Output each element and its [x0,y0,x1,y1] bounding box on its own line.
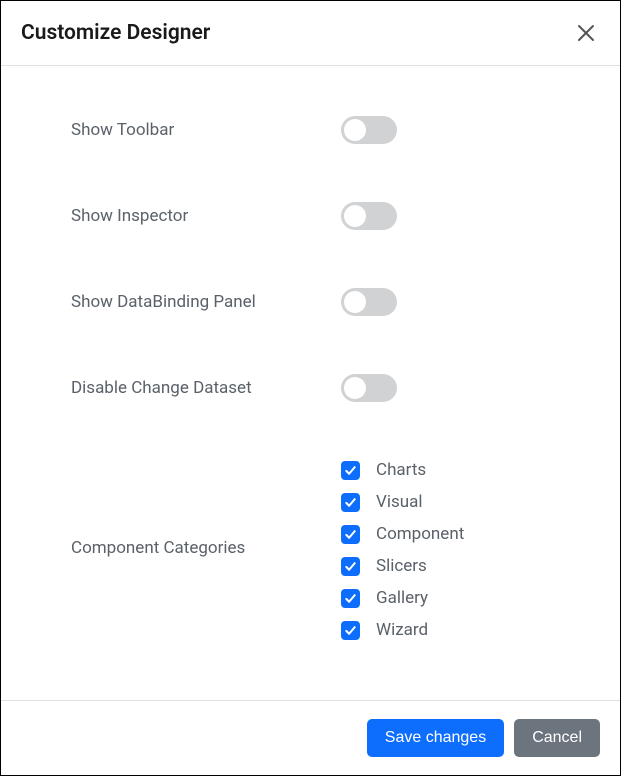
check-icon [344,592,357,605]
checkbox-wizard[interactable] [341,621,360,640]
label-show-toolbar: Show Toolbar [71,120,341,140]
row-show-inspector: Show Inspector [71,202,560,230]
check-item-slicers: Slicers [341,556,560,576]
checkbox-component[interactable] [341,525,360,544]
checkbox-label-gallery: Gallery [376,588,428,608]
check-item-gallery: Gallery [341,588,560,608]
category-checklist: Charts Visual Component [341,460,560,640]
check-item-wizard: Wizard [341,620,560,640]
check-item-charts: Charts [341,460,560,480]
row-show-toolbar: Show Toolbar [71,116,560,144]
close-button[interactable] [572,19,600,47]
check-icon [344,464,357,477]
checkbox-charts[interactable] [341,461,360,480]
row-show-databinding: Show DataBinding Panel [71,288,560,316]
check-icon [344,560,357,573]
customize-designer-dialog: Customize Designer Show Toolbar Show Ins… [0,0,621,776]
toggle-disable-dataset[interactable] [341,374,397,402]
label-disable-dataset: Disable Change Dataset [71,378,341,398]
check-item-component: Component [341,524,560,544]
label-show-inspector: Show Inspector [71,206,341,226]
toggle-show-databinding[interactable] [341,288,397,316]
dialog-header: Customize Designer [1,1,620,66]
checkbox-label-wizard: Wizard [376,620,428,640]
check-icon [344,496,357,509]
check-item-visual: Visual [341,492,560,512]
checkbox-label-visual: Visual [376,492,422,512]
toggle-show-inspector[interactable] [341,202,397,230]
check-icon [344,528,357,541]
row-component-categories: Component Categories Charts Visual [71,460,560,640]
cancel-button[interactable]: Cancel [514,719,600,757]
check-icon [344,624,357,637]
dialog-footer: Save changes Cancel [1,700,620,775]
row-disable-dataset: Disable Change Dataset [71,374,560,402]
checkbox-visual[interactable] [341,493,360,512]
checkbox-slicers[interactable] [341,557,360,576]
checkbox-gallery[interactable] [341,589,360,608]
checkbox-label-charts: Charts [376,460,426,480]
dialog-body: Show Toolbar Show Inspector Show DataBin… [1,66,620,700]
label-component-categories: Component Categories [71,460,341,558]
save-button[interactable]: Save changes [367,719,504,757]
checkbox-label-slicers: Slicers [376,556,427,576]
checkbox-label-component: Component [376,524,464,544]
label-show-databinding: Show DataBinding Panel [71,292,341,312]
close-icon [577,24,595,42]
toggle-show-toolbar[interactable] [341,116,397,144]
dialog-title: Customize Designer [21,21,210,45]
